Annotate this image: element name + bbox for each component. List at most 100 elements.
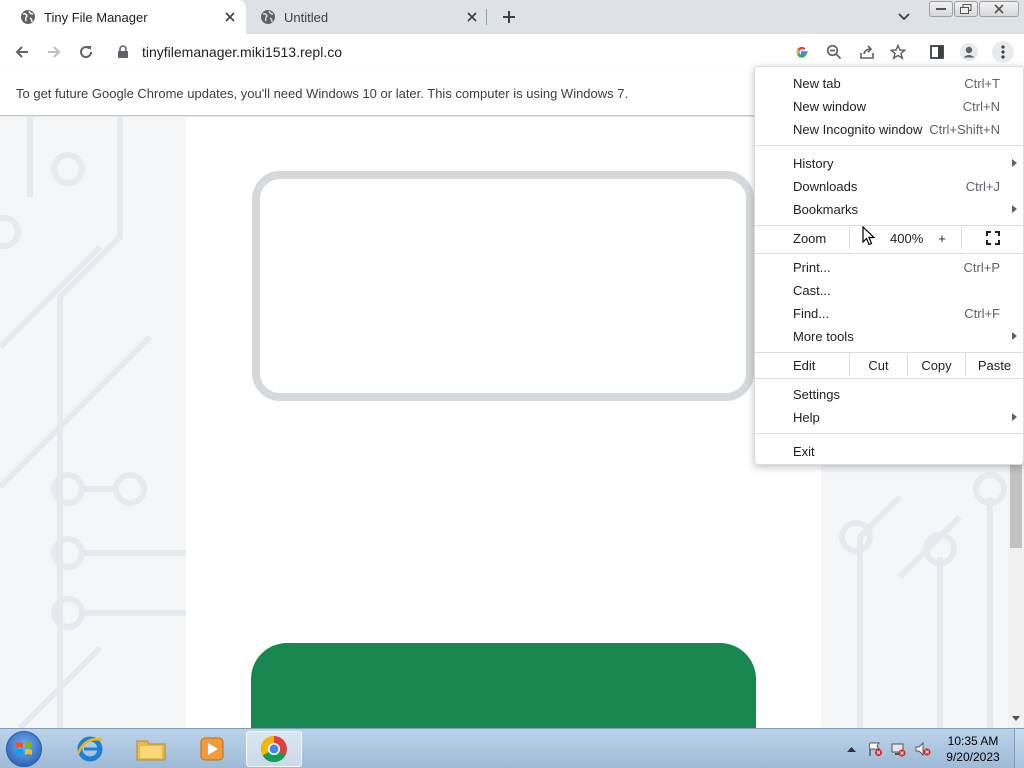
menu-item-exit[interactable]: Exit xyxy=(755,440,1023,462)
copy-button[interactable]: Copy xyxy=(907,354,965,376)
menu-item-downloads[interactable]: Downloads Ctrl+J xyxy=(755,175,1023,197)
menu-separator xyxy=(755,145,1023,146)
globe-icon xyxy=(20,9,36,25)
new-tab-button[interactable] xyxy=(499,7,519,27)
zoom-out-icon[interactable] xyxy=(824,42,844,62)
menu-item-label: Exit xyxy=(793,443,815,459)
lock-icon[interactable] xyxy=(116,45,130,59)
menu-item-label: New window xyxy=(793,98,866,114)
paste-button[interactable]: Paste xyxy=(965,354,1023,376)
arrow-right-icon xyxy=(48,46,61,58)
globe-icon xyxy=(260,9,276,25)
action-center-flag-icon[interactable] xyxy=(866,739,884,759)
tab-title: Tiny File Manager xyxy=(44,9,148,25)
cut-button[interactable]: Cut xyxy=(849,354,907,376)
system-clock[interactable]: 10:35 AM 9/20/2023 xyxy=(940,733,1006,765)
clock-time: 10:35 AM xyxy=(947,734,999,748)
menu-item-label: New Incognito window xyxy=(793,121,923,137)
chrome-icon xyxy=(260,735,287,763)
minimize-icon xyxy=(936,8,946,10)
share-icon[interactable] xyxy=(857,42,877,62)
chrome-menu-button[interactable] xyxy=(992,41,1014,63)
menu-item-print[interactable]: Print... Ctrl+P xyxy=(755,256,1023,278)
paste-label: Paste xyxy=(977,357,1012,373)
show-hidden-icons-button[interactable] xyxy=(845,739,857,759)
tab-tiny-file-manager[interactable]: Tiny File Manager xyxy=(0,0,246,34)
menu-edit-row: Edit Cut Copy Paste xyxy=(755,354,1023,376)
fullscreen-icon xyxy=(985,231,1000,245)
menu-item-find[interactable]: Find... Ctrl+F xyxy=(755,302,1023,324)
plus-icon xyxy=(503,11,515,23)
menu-item-bookmarks[interactable]: Bookmarks xyxy=(755,198,1023,220)
mouse-cursor-icon xyxy=(862,226,876,246)
close-tab-icon[interactable] xyxy=(464,9,480,25)
clock-date: 9/20/2023 xyxy=(946,750,1000,764)
menu-item-label: Bookmarks xyxy=(793,201,859,217)
menu-item-label: Settings xyxy=(793,386,840,402)
menu-item-label: Help xyxy=(793,409,820,425)
menu-item-shortcut: Ctrl+T xyxy=(964,75,1000,91)
folder-icon xyxy=(136,740,166,761)
menu-item-history[interactable]: History xyxy=(755,152,1023,174)
back-button[interactable] xyxy=(12,42,32,62)
menu-item-new-incognito-window[interactable]: New Incognito window Ctrl+Shift+N xyxy=(755,118,1023,140)
menu-item-label: Print... xyxy=(793,259,831,275)
chevron-down-icon xyxy=(898,13,910,21)
menu-zoom-row: Zoom − 400% + xyxy=(755,227,1023,249)
login-panel-header xyxy=(251,643,756,728)
menu-separator xyxy=(755,253,1023,254)
menu-item-new-tab[interactable]: New tab Ctrl+T xyxy=(755,72,1023,94)
url-text[interactable]: tinyfilemanager.miki1513.repl.co xyxy=(142,44,342,60)
menu-item-settings[interactable]: Settings xyxy=(755,383,1023,405)
scroll-down-arrow-icon[interactable] xyxy=(1012,716,1020,721)
menu-item-shortcut: Ctrl+F xyxy=(964,305,1000,321)
side-panel-icon[interactable] xyxy=(927,42,947,62)
menu-item-new-window[interactable]: New window Ctrl+N xyxy=(755,95,1023,117)
taskbar-file-explorer[interactable] xyxy=(123,731,179,767)
fullscreen-button[interactable] xyxy=(961,227,1023,249)
show-desktop-button[interactable] xyxy=(1014,729,1024,768)
tab-search-button[interactable] xyxy=(895,8,913,26)
forward-button[interactable] xyxy=(44,42,64,62)
tab-strip: Tiny File Manager Untitled xyxy=(0,0,1024,34)
zoom-in-button[interactable]: + xyxy=(925,227,959,249)
tab-untitled[interactable]: Untitled xyxy=(248,0,488,34)
scroll-thumb[interactable] xyxy=(1010,462,1022,548)
login-card xyxy=(252,171,754,401)
close-tab-icon[interactable] xyxy=(222,9,238,25)
menu-item-cast[interactable]: Cast... xyxy=(755,279,1023,301)
submenu-arrow-icon xyxy=(1012,205,1017,213)
menu-item-label: History xyxy=(793,155,834,171)
tab-separator xyxy=(486,9,487,25)
chrome-menu: New tab Ctrl+T New window Ctrl+N New Inc… xyxy=(754,66,1024,465)
reload-button[interactable] xyxy=(76,42,96,62)
menu-item-more-tools[interactable]: More tools xyxy=(755,325,1023,347)
submenu-arrow-icon xyxy=(1012,159,1017,167)
volume-muted-icon[interactable] xyxy=(913,739,933,759)
menu-separator xyxy=(755,433,1023,434)
window-controls xyxy=(928,1,1019,17)
browser-toolbar: tinyfilemanager.miki1513.repl.co xyxy=(0,34,1024,70)
menu-item-label: Cast... xyxy=(793,282,831,298)
network-icon[interactable] xyxy=(889,739,907,759)
restore-button[interactable] xyxy=(954,1,978,17)
three-dots-vertical-icon xyxy=(1001,45,1005,59)
start-button[interactable] xyxy=(6,731,42,767)
profile-avatar-icon[interactable] xyxy=(959,42,979,62)
menu-item-help[interactable]: Help xyxy=(755,406,1023,428)
bookmark-star-icon[interactable] xyxy=(888,42,908,62)
taskbar-internet-explorer[interactable] xyxy=(62,731,118,767)
media-player-icon xyxy=(200,737,224,761)
internet-explorer-icon xyxy=(76,736,103,762)
taskbar-google-chrome[interactable] xyxy=(246,731,302,767)
windows-taskbar: 10:35 AM 9/20/2023 xyxy=(0,728,1024,768)
menu-item-shortcut: Ctrl+J xyxy=(965,178,1000,194)
menu-item-label: New tab xyxy=(793,75,841,91)
google-icon[interactable] xyxy=(792,42,812,62)
close-window-button[interactable] xyxy=(979,1,1019,17)
minimize-button[interactable] xyxy=(929,1,953,17)
menu-item-shortcut: Ctrl+Shift+N xyxy=(929,121,1000,137)
zoom-label: Zoom xyxy=(793,231,827,246)
taskbar-media-player[interactable] xyxy=(184,731,240,767)
arrow-left-icon xyxy=(15,46,28,58)
